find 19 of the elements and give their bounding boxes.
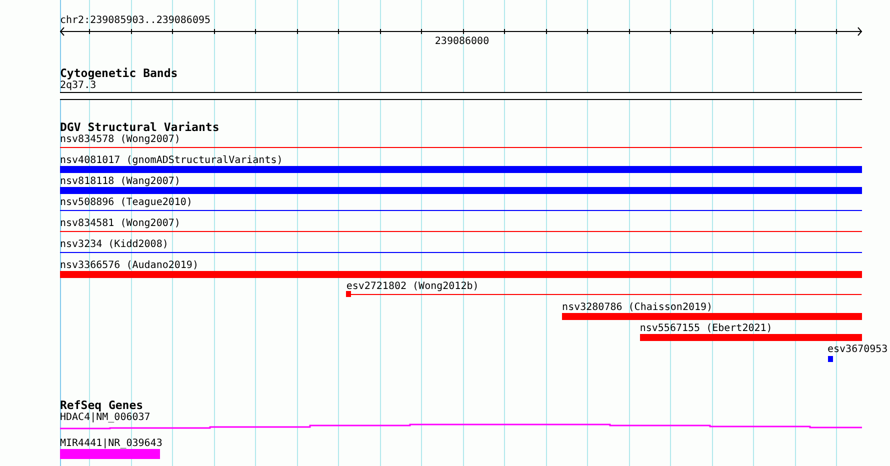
feature-label[interactable]: esv2721802 (Wong2012b) <box>346 281 479 292</box>
feature-label[interactable]: nsv818118 (Wang2007) <box>60 176 180 187</box>
track-title: RefSeq Genes <box>60 399 144 412</box>
feature-label[interactable]: nsv3280786 (Chaisson2019) <box>562 302 713 313</box>
feature-label[interactable]: HDAC4|NM_006037 <box>60 412 150 423</box>
feature-label[interactable]: esv3670953 <box>828 344 888 355</box>
feature-label[interactable]: nsv508896 (Teague2010) <box>60 197 192 208</box>
feature-label[interactable]: nsv3366576 (Audano2019) <box>60 260 198 271</box>
feature-label[interactable]: nsv3234 (Kidd2008) <box>60 239 168 250</box>
feature-label[interactable]: 2q37.3 <box>60 80 96 91</box>
track-title: Cytogenetic Bands <box>60 67 179 80</box>
feature-label[interactable]: nsv834581 (Wong2007) <box>60 218 180 229</box>
feature-label[interactable]: nsv5567155 (Ebert2021) <box>640 323 772 334</box>
tick-label: 239086000 <box>434 36 490 47</box>
track-title: DGV Structural Variants <box>60 121 220 134</box>
feature-label[interactable]: nsv4081017 (gnomADStructuralVariants) <box>60 155 283 166</box>
region-label: chr2:239085903..239086095 <box>60 15 212 26</box>
feature-label[interactable]: nsv834578 (Wong2007) <box>60 134 180 145</box>
feature-label[interactable]: MIR4441|NR_039643 <box>60 438 162 449</box>
